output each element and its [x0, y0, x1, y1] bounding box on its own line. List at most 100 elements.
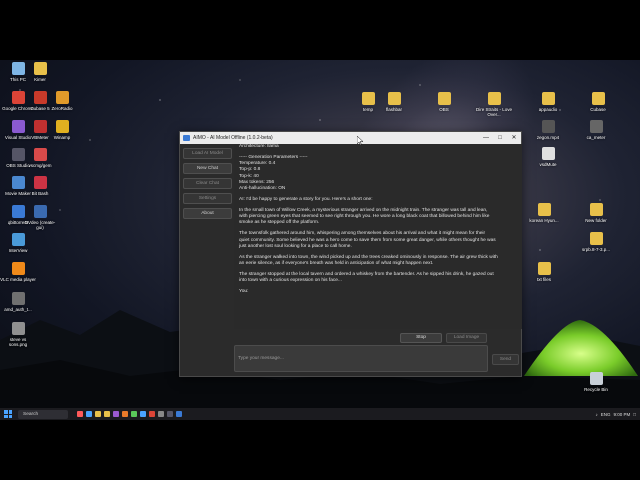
desktop-icon-label: Cubase — [590, 107, 606, 112]
desktop-icon[interactable]: appaudio — [530, 92, 566, 112]
stop-button[interactable]: Stop — [400, 333, 442, 343]
clock[interactable]: 9:00 PM — [614, 412, 631, 417]
system-tray: ♪ ENG 9:00 PM □ — [596, 408, 637, 420]
desktop-icon[interactable]: InterView — [0, 233, 36, 253]
chat-line: quiet community. Some believed he was a … — [239, 237, 496, 243]
desktop-item-icon — [11, 292, 25, 305]
taskbar-app-icon[interactable] — [77, 411, 83, 417]
desktop-icon-label: vsdMute — [539, 162, 557, 167]
desktop-icon[interactable]: korean Hyun... — [526, 203, 562, 223]
desktop-item-icon — [589, 203, 603, 216]
taskbar-app-icon[interactable] — [122, 411, 128, 417]
desktop-item-icon — [541, 92, 555, 105]
desktop-item-icon — [541, 120, 555, 133]
taskbar-app-icon[interactable] — [95, 411, 101, 417]
taskbar: Search ♪ ENG 9:00 PM □ — [0, 408, 640, 420]
desktop-icon[interactable]: amd_auth_t... — [0, 292, 36, 312]
desktop-icon[interactable]: Recycle Bin — [578, 372, 614, 392]
desktop-icon-label: VLC media player — [0, 277, 36, 282]
desktop-item-icon — [589, 232, 603, 245]
desktop-item-icon — [11, 322, 25, 335]
desktop-icon[interactable]: Bit Bash — [22, 176, 58, 196]
speaker-icon[interactable]: ♪ — [596, 412, 598, 417]
desktop-icon-label: appaudio — [538, 107, 558, 112]
desktop-icon-label: ca_meter — [586, 135, 606, 140]
desktop-icon[interactable]: OBS — [426, 92, 462, 112]
desktop-icon[interactable]: vsdMute — [530, 147, 566, 167]
clear-chat-button[interactable]: Clear Chat — [183, 178, 232, 189]
desktop-icon[interactable]: ca_meter — [578, 120, 614, 140]
message-input-box[interactable] — [234, 345, 488, 372]
desktop-item-icon — [33, 176, 47, 189]
send-button[interactable]: Send — [492, 354, 519, 365]
desktop-icon[interactable]: Dire Straits - Love Over... — [476, 92, 512, 117]
desktop-icon-label: Dire Straits - Love Over... — [476, 107, 513, 117]
taskbar-app-icon[interactable] — [149, 411, 155, 417]
desktop-item-icon — [361, 92, 375, 105]
desktop-item-icon — [11, 233, 25, 246]
load-image-button[interactable]: Load Image — [446, 333, 487, 343]
taskbar-app-icon[interactable] — [140, 411, 146, 417]
desktop-icon-label: vscmg/gem — [28, 163, 52, 168]
close-icon[interactable]: ✕ — [507, 132, 521, 144]
desktop-icon-label: zegon.mp4 — [536, 135, 560, 140]
settings-button[interactable]: Settings — [183, 193, 232, 204]
taskbar-search[interactable]: Search — [18, 409, 68, 419]
desktop-icon[interactable]: ZeroRadio — [44, 91, 80, 111]
taskbar-app-icon[interactable] — [104, 411, 110, 417]
desktop-item-icon — [11, 262, 25, 275]
chat-transcript[interactable]: Architecture: llama ----- Generation Para… — [234, 144, 522, 329]
desktop-icon-label: korean Hyun... — [529, 218, 559, 223]
taskbar-app-icon[interactable] — [131, 411, 137, 417]
windows-start-icon[interactable] — [3, 409, 13, 419]
desktop-icon[interactable]: New folder — [578, 203, 614, 223]
minimize-icon[interactable]: — — [479, 132, 493, 144]
desktop-icon[interactable]: Winamp — [44, 120, 80, 140]
message-input[interactable] — [235, 353, 487, 364]
green-tent — [524, 320, 638, 376]
taskbar-app-icon[interactable] — [86, 411, 92, 417]
desktop-icon[interactable]: Cubase — [580, 92, 616, 112]
taskbar-app-icon[interactable] — [167, 411, 173, 417]
desktop-icon-label: amd_auth_t... — [4, 307, 32, 312]
maximize-icon[interactable]: □ — [493, 132, 507, 144]
desktop-item-icon — [541, 147, 555, 160]
taskbar-app-icon[interactable] — [158, 411, 164, 417]
about-button[interactable]: About — [183, 208, 232, 219]
desktop-icon[interactable]: vscmg/gem — [22, 148, 58, 168]
desktop-icon-label: DVdeo (create-gui) — [24, 220, 56, 230]
load-model-button[interactable]: Load AI Model — [183, 148, 232, 159]
desktop-item-icon — [537, 203, 551, 216]
desktop-icon-label: New folder — [585, 218, 607, 223]
desktop-icon-label: InterView — [8, 248, 28, 253]
desktop-icon[interactable]: txt files — [526, 262, 562, 282]
desktop-item-icon — [589, 372, 603, 385]
desktop-icon[interactable]: flashbar — [376, 92, 412, 112]
desktop-item-icon — [55, 91, 69, 104]
desktop-icon[interactable]: steve vs sons.png — [0, 322, 36, 347]
sidebar: Load AI Model New Chat Clear Chat Settin… — [180, 144, 234, 376]
desktop-item-icon — [387, 92, 401, 105]
new-chat-button[interactable]: New Chat — [183, 163, 232, 174]
desktop-icon-label: Winamp — [53, 135, 71, 140]
title-bar[interactable]: AIMO - AI Model Offline (1.0.2-beta) — □… — [180, 132, 521, 144]
desktop-item-icon — [589, 120, 603, 133]
desktop-icon[interactable]: srpb.8-7-3.p... — [578, 232, 614, 252]
mouse-cursor-icon — [357, 136, 363, 145]
desktop-icon-label: srpb.8-7-3.p... — [581, 247, 610, 252]
desktop-item-icon — [33, 62, 47, 75]
notification-icon[interactable]: □ — [633, 412, 636, 417]
desktop-icon[interactable]: zegon.mp4 — [530, 120, 566, 140]
chat-line: The townsfolk gathered around him, whisp… — [239, 231, 486, 237]
taskbar-app-icon[interactable] — [176, 411, 182, 417]
taskbar-app-icon[interactable] — [113, 411, 119, 417]
desktop-icon-label: Bit Bash — [31, 191, 49, 196]
desktop-icon-label: OBS — [439, 107, 449, 112]
language-indicator[interactable]: ENG — [601, 412, 611, 417]
desktop-icon[interactable]: VLC media player — [0, 262, 36, 282]
chat-line: You: — [239, 288, 249, 294]
desktop-icon[interactable]: Kimer — [22, 62, 58, 82]
desktop-item-icon — [55, 120, 69, 133]
desktop-icon[interactable]: DVdeo (create-gui) — [22, 205, 58, 230]
desktop-item-icon — [591, 92, 605, 105]
